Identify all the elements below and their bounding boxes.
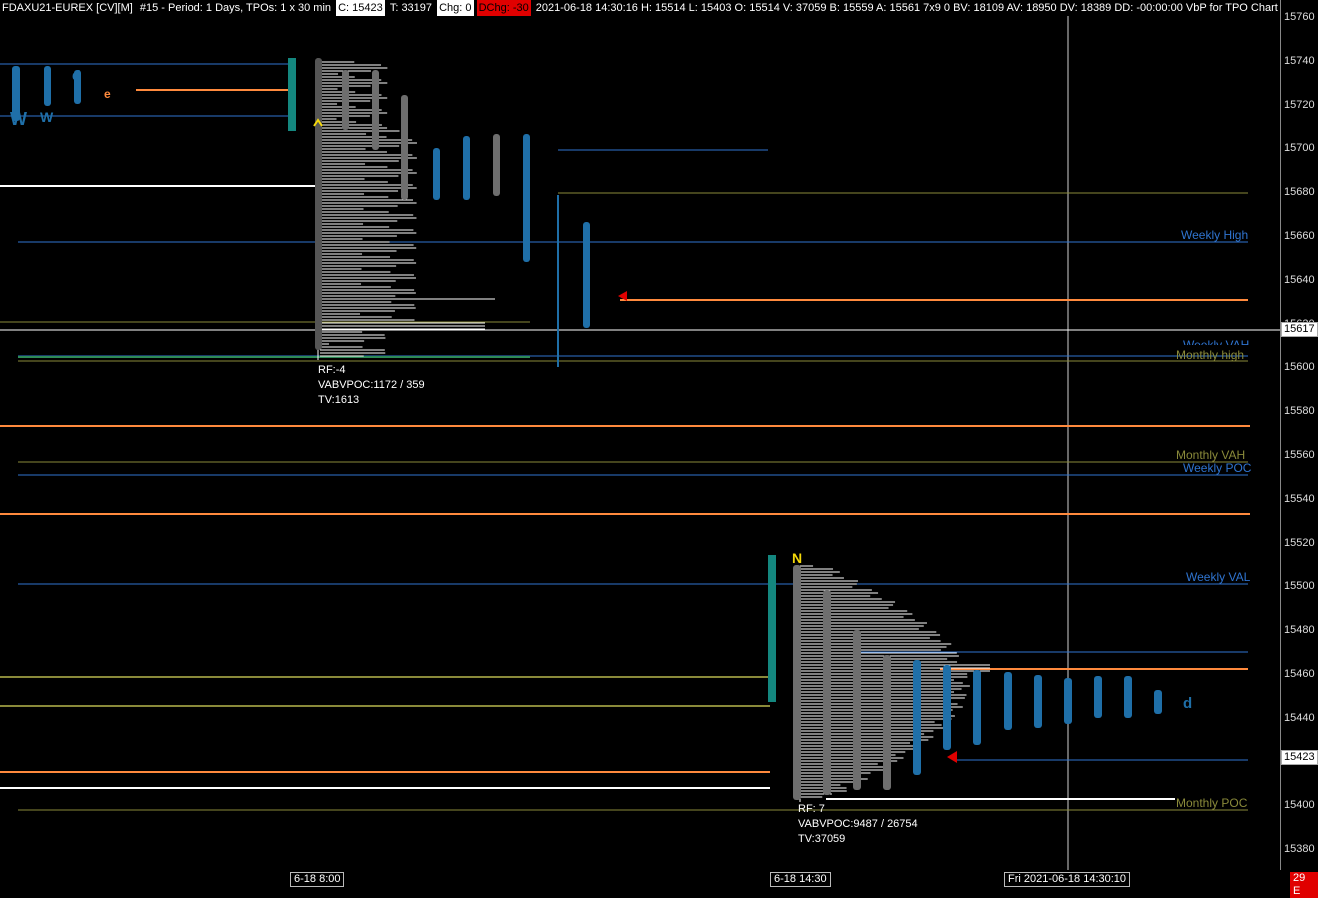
last-price-marker [947,751,957,763]
tpo-column [342,70,349,130]
tpo-column [523,134,530,262]
profile-1-vabvpoc: VABVPOC:1172 / 359 [318,379,425,391]
tpo-column [883,655,891,790]
tpo-column [973,670,981,745]
price-tick: 15640 [1284,273,1315,286]
details-label: 2021-06-18 14:30:16 H: 15514 L: 15403 O:… [535,2,1278,14]
current-price-box: 15617 [1281,322,1318,337]
tpo-column [913,660,921,775]
period-label: #15 - Period: 1 Days, TPOs: 1 x 30 min [139,2,332,14]
tpo-column [12,66,20,121]
time-label-session-1: 6-18 8:00 [290,872,345,887]
monthly-high-label: Monthly high [1176,348,1245,362]
profile-2-tv: TV:37059 [798,833,846,845]
weekly-val-label: Weekly VAL [1186,570,1251,584]
price-tick: 15760 [1284,11,1315,23]
tpo-letter: d [1183,695,1192,712]
tpo-column [583,222,590,328]
price-tick: 15520 [1284,536,1315,549]
monthly-poc-label: Monthly POC [1176,796,1248,810]
tpo-column [463,136,470,200]
weekly-vah-label: Weekly VAH [1183,339,1249,345]
tpo-column [1094,676,1102,718]
tpo-column [372,70,379,150]
tpo-column [493,134,500,196]
price-tick: 15560 [1284,449,1315,461]
price-tick: 15680 [1284,186,1315,199]
price-tick: 15580 [1284,405,1315,418]
tpo-column [401,95,408,200]
tpo-column [1064,678,1072,724]
price-tick: 15480 [1284,624,1315,637]
tpo-column [793,565,801,800]
weekly-poc-label: Weekly POC [1183,461,1252,475]
profile-2-vabvpoc: VABVPOC:9487 / 26754 [798,818,918,830]
last-price-box: 15423 [1281,750,1318,765]
tpo-column [943,665,951,750]
price-tick: 15440 [1284,711,1315,724]
chg-badge: Chg: 0 [437,0,474,16]
price-tick: 15740 [1284,54,1315,67]
profile-2-rf: RF: 7 [798,803,825,815]
dchg-badge: DChg: -30 [476,0,531,16]
initial-balance-bar-1 [288,58,296,131]
tpo-column [44,66,51,106]
tpo-column [853,630,861,790]
price-tick: 15660 [1284,230,1315,242]
ticks-label: T: 33197 [389,2,433,14]
price-tick: 15400 [1284,799,1315,812]
tpo-column [433,148,440,200]
price-tick: 15720 [1284,98,1315,111]
tpo-letter: W [40,109,54,125]
tpo-column [1004,672,1012,730]
price-tick: 15600 [1284,361,1315,374]
profile-1-rf: RF:-4 [318,364,346,376]
tpo-column [1154,690,1162,714]
tpo-column [1034,675,1042,728]
price-tick: 15460 [1284,668,1315,680]
tpo-column [74,70,81,104]
tpo-columns: WWdeNd [10,58,1192,800]
chart-header: FDAXU21-EUREX [CV][M] #15 - Period: 1 Da… [0,0,1280,16]
price-tick: 15540 [1284,492,1315,505]
corner-badge: 29 E [1290,872,1318,898]
weekly-high-label: Weekly High [1181,228,1249,242]
tpo-open-letter: N [792,550,802,566]
price-tick: 15380 [1284,843,1315,856]
price-tick: 15500 [1284,580,1315,593]
initial-balance-bar-2 [768,555,776,702]
tpo-chart[interactable]: WWdeNd [0,0,1318,887]
symbol-label: FDAXU21-EUREX [CV][M] [2,2,133,14]
time-label-session-2: 6-18 14:30 [770,872,831,887]
range-extension-bar [557,195,559,367]
tpo-column [315,58,322,350]
cursor-time-label: Fri 2021-06-18 14:30:10 [1004,872,1131,887]
tpo-column [823,590,831,795]
profile-1-tv: TV:1613 [318,394,360,406]
tpo-column [1124,676,1132,718]
level-lines [0,16,1280,870]
close-badge: C: 15423 [336,0,385,16]
price-tick: 15700 [1284,142,1315,155]
tpo-letter: e [104,87,111,101]
price-axis[interactable] [1280,0,1318,870]
